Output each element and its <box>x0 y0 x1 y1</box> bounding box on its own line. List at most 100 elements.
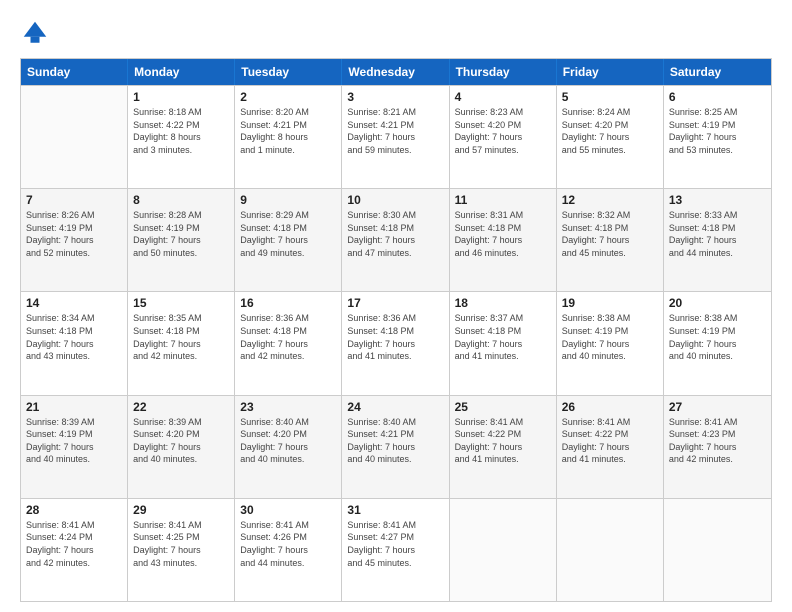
day-detail: Sunrise: 8:26 AMSunset: 4:19 PMDaylight:… <box>26 209 122 259</box>
day-number: 9 <box>240 193 336 207</box>
day-number: 1 <box>133 90 229 104</box>
header-day-saturday: Saturday <box>664 59 771 85</box>
header-day-friday: Friday <box>557 59 664 85</box>
day-cell-8: 8Sunrise: 8:28 AMSunset: 4:19 PMDaylight… <box>128 189 235 291</box>
day-number: 16 <box>240 296 336 310</box>
day-detail: Sunrise: 8:34 AMSunset: 4:18 PMDaylight:… <box>26 312 122 362</box>
day-detail: Sunrise: 8:32 AMSunset: 4:18 PMDaylight:… <box>562 209 658 259</box>
day-number: 25 <box>455 400 551 414</box>
day-cell-14: 14 Sunrise: 8:34 AMSunset: 4:18 PMDayligh… <box>21 292 128 394</box>
day-number: 14 <box>26 296 122 310</box>
day-cell-24: 24 Sunrise: 8:40 AMSunset: 4:21 PMDayligh… <box>342 396 449 498</box>
day-number: 10 <box>347 193 443 207</box>
logo-icon <box>20 18 50 48</box>
day-detail: Sunrise: 8:39 AMSunset: 4:20 PMDaylight:… <box>133 416 229 466</box>
day-detail: Sunrise: 8:18 AMSunset: 4:22 PMDaylight:… <box>133 106 229 156</box>
day-number: 24 <box>347 400 443 414</box>
day-number: 27 <box>669 400 766 414</box>
day-detail: Sunrise: 8:38 AMSunset: 4:19 PMDaylight:… <box>669 312 766 362</box>
calendar-header: SundayMondayTuesdayWednesdayThursdayFrid… <box>21 59 771 85</box>
day-cell-4: 4 Sunrise: 8:23 AMSunset: 4:20 PMDaylight… <box>450 86 557 188</box>
day-number: 7 <box>26 193 122 207</box>
day-detail: Sunrise: 8:41 AMSunset: 4:25 PMDaylight:… <box>133 519 229 569</box>
day-detail: Sunrise: 8:41 AMSunset: 4:22 PMDaylight:… <box>562 416 658 466</box>
day-number: 3 <box>347 90 443 104</box>
day-cell-1: 1 Sunrise: 8:18 AMSunset: 4:22 PMDaylight… <box>128 86 235 188</box>
day-cell-18: 18 Sunrise: 8:37 AMSunset: 4:18 PMDayligh… <box>450 292 557 394</box>
day-number: 18 <box>455 296 551 310</box>
logo <box>20 18 54 48</box>
day-number: 29 <box>133 503 229 517</box>
day-detail: Sunrise: 8:41 AMSunset: 4:22 PMDaylight:… <box>455 416 551 466</box>
day-detail: Sunrise: 8:40 AMSunset: 4:21 PMDaylight:… <box>347 416 443 466</box>
day-number: 20 <box>669 296 766 310</box>
page: SundayMondayTuesdayWednesdayThursdayFrid… <box>0 0 792 612</box>
day-cell-6: 6 Sunrise: 8:25 AMSunset: 4:19 PMDaylight… <box>664 86 771 188</box>
day-cell-3: 3Sunrise: 8:21 AMSunset: 4:21 PMDaylight… <box>342 86 449 188</box>
day-cell-10: 10 Sunrise: 8:30 AMSunset: 4:18 PMDayligh… <box>342 189 449 291</box>
day-number: 30 <box>240 503 336 517</box>
header-day-wednesday: Wednesday <box>342 59 449 85</box>
day-detail: Sunrise: 8:38 AMSunset: 4:19 PMDaylight:… <box>562 312 658 362</box>
day-cell-5: 5 Sunrise: 8:24 AMSunset: 4:20 PMDaylight… <box>557 86 664 188</box>
day-number: 11 <box>455 193 551 207</box>
day-detail: Sunrise: 8:25 AMSunset: 4:19 PMDaylight:… <box>669 106 766 156</box>
day-cell-28: 28Sunrise: 8:41 AMSunset: 4:24 PMDayligh… <box>21 499 128 601</box>
day-cell-30: 30 Sunrise: 8:41 AMSunset: 4:26 PMDayligh… <box>235 499 342 601</box>
day-detail: Sunrise: 8:40 AMSunset: 4:20 PMDaylight:… <box>240 416 336 466</box>
empty-cell-4-5 <box>557 499 664 601</box>
day-number: 6 <box>669 90 766 104</box>
day-number: 22 <box>133 400 229 414</box>
day-number: 21 <box>26 400 122 414</box>
day-detail: Sunrise: 8:23 AMSunset: 4:20 PMDaylight:… <box>455 106 551 156</box>
day-cell-16: 16Sunrise: 8:36 AMSunset: 4:18 PMDayligh… <box>235 292 342 394</box>
day-detail: Sunrise: 8:36 AMSunset: 4:18 PMDaylight:… <box>347 312 443 362</box>
day-detail: Sunrise: 8:28 AMSunset: 4:19 PMDaylight:… <box>133 209 229 259</box>
empty-cell-0-0 <box>21 86 128 188</box>
day-number: 12 <box>562 193 658 207</box>
day-number: 13 <box>669 193 766 207</box>
day-cell-22: 22 Sunrise: 8:39 AMSunset: 4:20 PMDayligh… <box>128 396 235 498</box>
day-detail: Sunrise: 8:30 AMSunset: 4:18 PMDaylight:… <box>347 209 443 259</box>
day-number: 4 <box>455 90 551 104</box>
day-cell-26: 26 Sunrise: 8:41 AMSunset: 4:22 PMDayligh… <box>557 396 664 498</box>
day-cell-12: 12 Sunrise: 8:32 AMSunset: 4:18 PMDayligh… <box>557 189 664 291</box>
day-detail: Sunrise: 8:39 AMSunset: 4:19 PMDaylight:… <box>26 416 122 466</box>
day-cell-29: 29 Sunrise: 8:41 AMSunset: 4:25 PMDayligh… <box>128 499 235 601</box>
empty-cell-4-6 <box>664 499 771 601</box>
empty-cell-4-4 <box>450 499 557 601</box>
day-detail: Sunrise: 8:33 AMSunset: 4:18 PMDaylight:… <box>669 209 766 259</box>
day-detail: Sunrise: 8:41 AMSunset: 4:26 PMDaylight:… <box>240 519 336 569</box>
day-number: 23 <box>240 400 336 414</box>
day-cell-11: 11 Sunrise: 8:31 AMSunset: 4:18 PMDayligh… <box>450 189 557 291</box>
calendar-week-4: 28Sunrise: 8:41 AMSunset: 4:24 PMDayligh… <box>21 498 771 601</box>
day-cell-23: 23 Sunrise: 8:40 AMSunset: 4:20 PMDayligh… <box>235 396 342 498</box>
day-cell-15: 15Sunrise: 8:35 AMSunset: 4:18 PMDayligh… <box>128 292 235 394</box>
day-detail: Sunrise: 8:37 AMSunset: 4:18 PMDaylight:… <box>455 312 551 362</box>
day-cell-25: 25 Sunrise: 8:41 AMSunset: 4:22 PMDayligh… <box>450 396 557 498</box>
calendar-week-2: 14 Sunrise: 8:34 AMSunset: 4:18 PMDayligh… <box>21 291 771 394</box>
day-cell-27: 27Sunrise: 8:41 AMSunset: 4:23 PMDayligh… <box>664 396 771 498</box>
day-detail: Sunrise: 8:24 AMSunset: 4:20 PMDaylight:… <box>562 106 658 156</box>
day-number: 5 <box>562 90 658 104</box>
day-detail: Sunrise: 8:35 AMSunset: 4:18 PMDaylight:… <box>133 312 229 362</box>
day-detail: Sunrise: 8:20 AMSunset: 4:21 PMDaylight:… <box>240 106 336 156</box>
header-day-sunday: Sunday <box>21 59 128 85</box>
day-number: 26 <box>562 400 658 414</box>
day-cell-13: 13 Sunrise: 8:33 AMSunset: 4:18 PMDayligh… <box>664 189 771 291</box>
calendar-week-1: 7 Sunrise: 8:26 AMSunset: 4:19 PMDaylight… <box>21 188 771 291</box>
day-cell-31: 31 Sunrise: 8:41 AMSunset: 4:27 PMDayligh… <box>342 499 449 601</box>
day-number: 17 <box>347 296 443 310</box>
day-detail: Sunrise: 8:29 AMSunset: 4:18 PMDaylight:… <box>240 209 336 259</box>
calendar: SundayMondayTuesdayWednesdayThursdayFrid… <box>20 58 772 602</box>
day-detail: Sunrise: 8:31 AMSunset: 4:18 PMDaylight:… <box>455 209 551 259</box>
day-cell-2: 2Sunrise: 8:20 AMSunset: 4:21 PMDaylight… <box>235 86 342 188</box>
day-detail: Sunrise: 8:41 AMSunset: 4:27 PMDaylight:… <box>347 519 443 569</box>
calendar-week-3: 21 Sunrise: 8:39 AMSunset: 4:19 PMDayligh… <box>21 395 771 498</box>
calendar-week-0: 1 Sunrise: 8:18 AMSunset: 4:22 PMDaylight… <box>21 85 771 188</box>
header-day-monday: Monday <box>128 59 235 85</box>
day-cell-19: 19Sunrise: 8:38 AMSunset: 4:19 PMDayligh… <box>557 292 664 394</box>
day-detail: Sunrise: 8:41 AMSunset: 4:24 PMDaylight:… <box>26 519 122 569</box>
day-number: 31 <box>347 503 443 517</box>
calendar-body: 1 Sunrise: 8:18 AMSunset: 4:22 PMDaylight… <box>21 85 771 601</box>
